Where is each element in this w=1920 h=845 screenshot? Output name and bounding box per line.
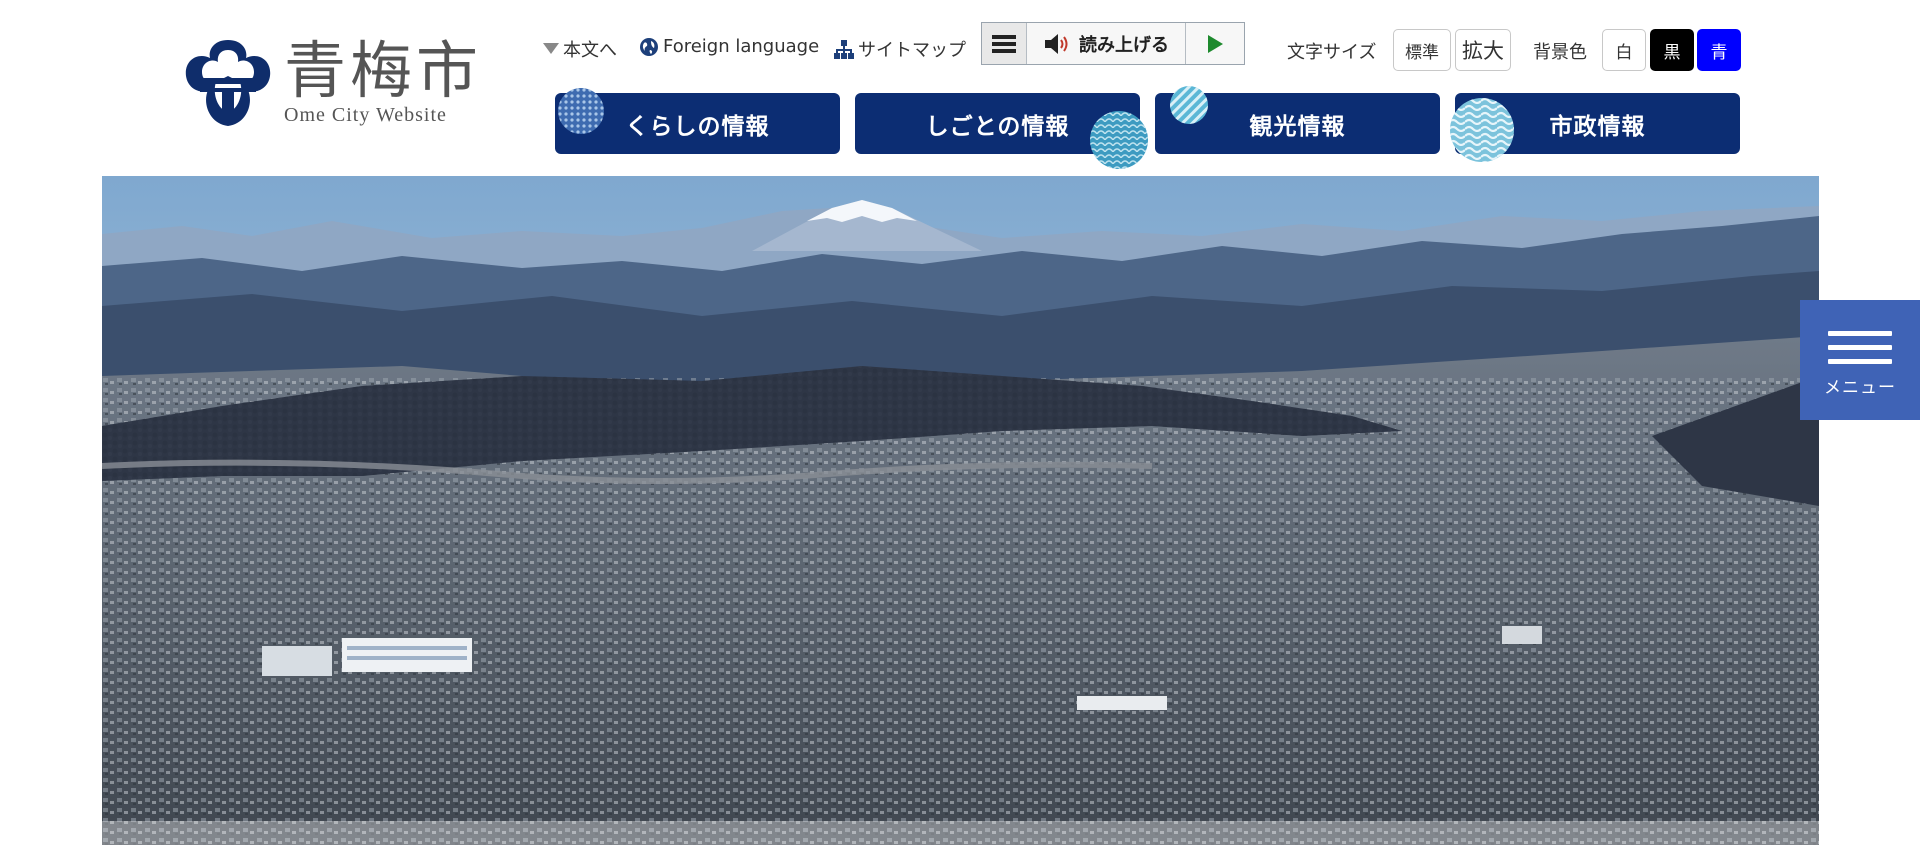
bg-blue-button[interactable]: 青: [1697, 29, 1741, 71]
site-logo[interactable]: 青梅市 Ome City Website: [182, 36, 502, 136]
pattern-circle-icon: [1450, 98, 1514, 162]
read-aloud-button[interactable]: 読み上げる: [1027, 23, 1186, 64]
nav-city-admin-info[interactable]: 市政情報: [1450, 93, 1740, 162]
bg-black-button[interactable]: 黒: [1650, 29, 1694, 71]
speaker-icon: [1045, 33, 1068, 54]
bg-white-button[interactable]: 白: [1602, 29, 1646, 71]
read-aloud-label: 読み上げる: [1079, 34, 1169, 56]
play-button[interactable]: [1186, 23, 1244, 64]
side-menu-button[interactable]: メニュー: [1800, 300, 1920, 420]
skip-to-content-link[interactable]: 本文へ: [543, 36, 617, 62]
site-header: 青梅市 Ome City Website 本文へ Foreign languag…: [0, 0, 1920, 175]
city-emblem-icon: [185, 40, 271, 126]
triangle-down-icon: [543, 43, 559, 55]
sitemap-icon: [834, 39, 854, 59]
hamburger-icon: [992, 34, 1016, 53]
nav-work-label: しごとの情報: [925, 113, 1070, 140]
pattern-circle-icon: [1090, 111, 1148, 169]
nav-city-admin-label: 市政情報: [1549, 113, 1646, 140]
skip-link-label: 本文へ: [563, 40, 617, 61]
foreign-language-label: Foreign language: [663, 36, 820, 57]
side-menu-label: メニュー: [1824, 378, 1896, 398]
text-size-enlarge-button[interactable]: 拡大: [1455, 29, 1511, 71]
logo-english-title: Ome City Website: [284, 104, 447, 126]
foreign-language-link[interactable]: Foreign language: [639, 36, 819, 57]
nav-tourism-info[interactable]: 観光情報: [1155, 86, 1440, 154]
text-to-speech-widget: 読み上げる: [981, 22, 1245, 65]
nav-work-info[interactable]: しごとの情報: [855, 93, 1148, 169]
sitemap-link[interactable]: サイトマップ: [834, 36, 966, 62]
text-size-standard-button[interactable]: 標準: [1393, 29, 1451, 71]
nav-living-label: くらしの情報: [625, 113, 770, 140]
reader-menu-button[interactable]: [982, 23, 1027, 64]
aerial-city-photo: [102, 176, 1819, 845]
hero-image: [102, 176, 1819, 845]
hamburger-icon: [1828, 322, 1892, 373]
nav-living-info[interactable]: くらしの情報: [555, 88, 840, 154]
pattern-circle-icon: [558, 88, 604, 134]
background-color-label: 背景色: [1533, 42, 1587, 63]
pattern-circle-icon: [1170, 86, 1208, 124]
play-icon: [1208, 34, 1223, 53]
logo-japanese-title: 青梅市: [284, 34, 483, 107]
nav-tourism-label: 観光情報: [1249, 113, 1346, 140]
sitemap-label: サイトマップ: [858, 40, 966, 61]
text-size-label: 文字サイズ: [1287, 42, 1377, 63]
globe-icon: [639, 37, 659, 57]
